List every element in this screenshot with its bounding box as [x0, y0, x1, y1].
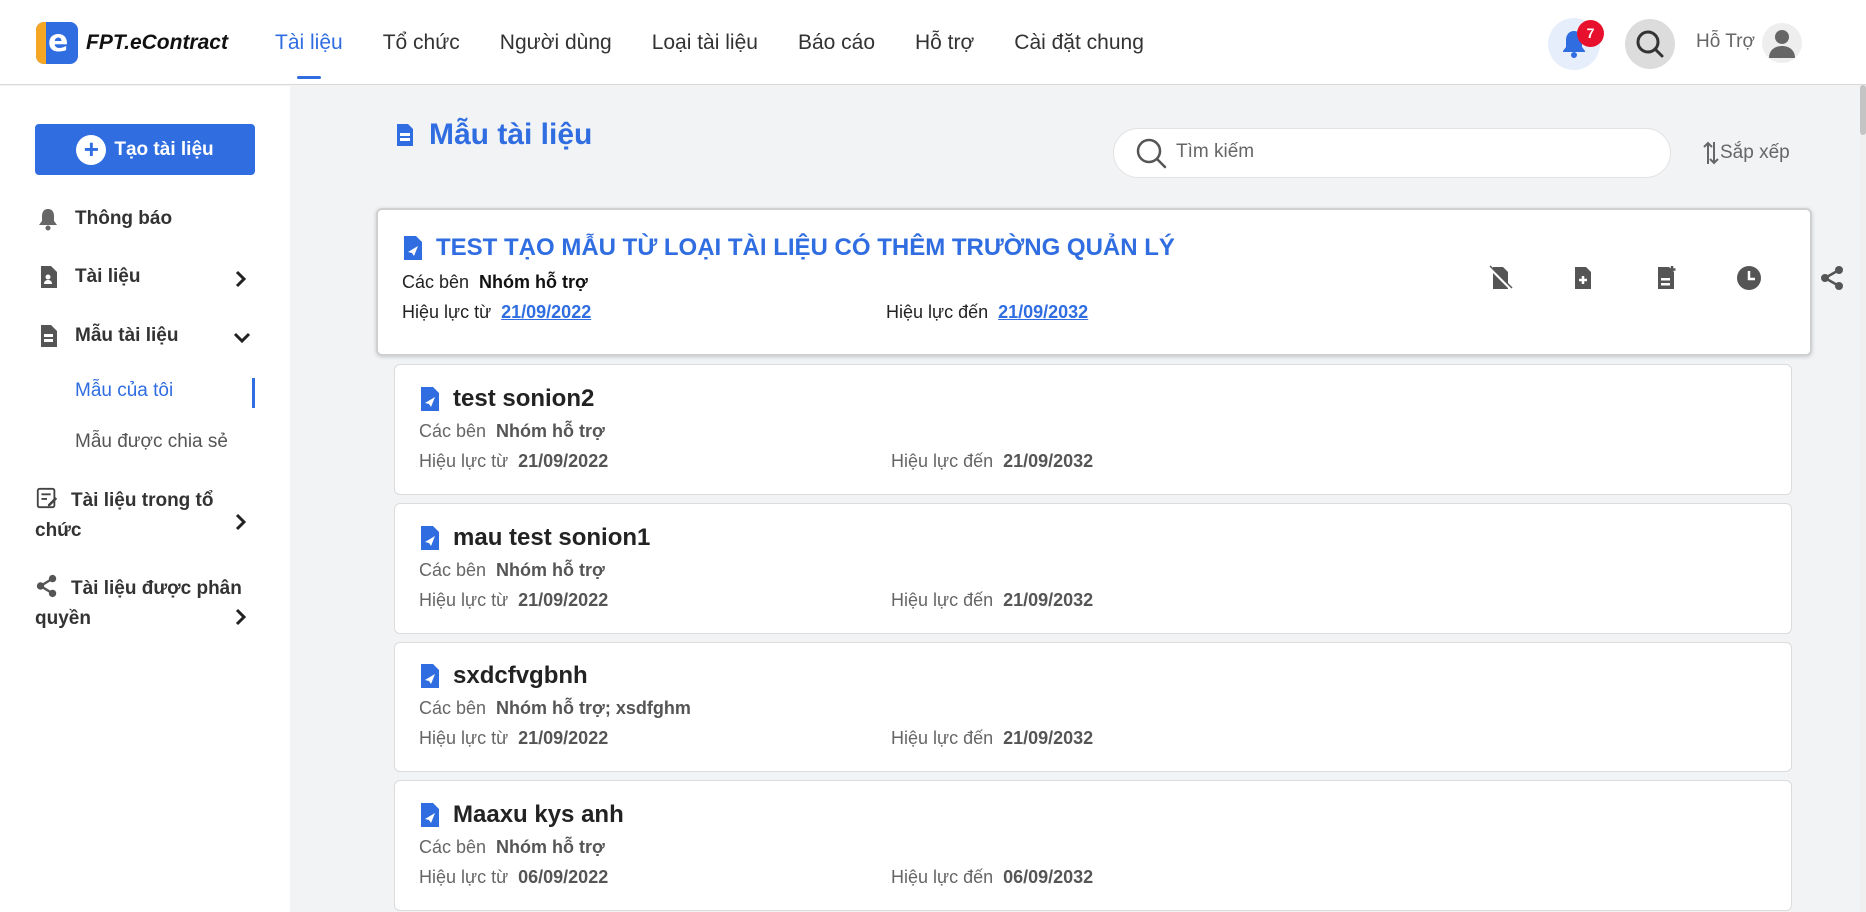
valid-to-field: Hiệu lực đến 06/09/2032 — [891, 867, 1094, 887]
template-icon — [41, 325, 57, 347]
user-icon — [1769, 30, 1795, 58]
valid-to-field: Hiệu lực đến 21/09/2032 — [891, 590, 1094, 610]
disable-document-icon[interactable] — [1486, 264, 1514, 292]
template-card[interactable]: test sonion2 Các bên Nhóm hỗ trợ Hiệu lực… — [394, 364, 1792, 495]
search-input[interactable] — [1176, 141, 1656, 163]
add-template-icon[interactable] — [1652, 264, 1680, 292]
sidebar-item-tai-lieu-trong-to-chuc[interactable]: Tài liệu trong tổ chức — [35, 486, 235, 546]
valid-from-field: Hiệu lực từ 06/09/2022 — [419, 867, 609, 887]
template-title[interactable]: test sonion2 — [453, 385, 594, 413]
share-icon[interactable] — [1818, 264, 1846, 292]
valid-from-field: Hiệu lực từ 21/09/2022 — [419, 590, 609, 610]
parties-field: Các bên Nhóm hỗ trợ — [419, 421, 605, 441]
sidebar-item-label: Tài liệu trong tổ chức — [35, 486, 235, 546]
nav-ho-tro[interactable]: Hỗ trợ — [915, 0, 974, 85]
template-card[interactable]: TEST TẠO MẪU TỪ LOẠI TÀI LIỆU CÓ THÊM TR… — [376, 208, 1843, 356]
nav-bao-cao[interactable]: Báo cáo — [798, 0, 875, 85]
parties-field: Các bên Nhóm hỗ trợ — [419, 837, 605, 857]
page-title: Mẫu tài liệu — [429, 118, 593, 151]
sidebar-item-thong-bao[interactable]: Thông báo — [35, 208, 172, 232]
page-header: Mẫu tài liệu — [395, 118, 592, 152]
valid-to-link[interactable]: 21/09/2032 — [998, 302, 1088, 322]
history-clock-icon[interactable] — [1735, 264, 1763, 292]
logo-mark: e — [36, 22, 78, 64]
sidebar-subitem-mau-duoc-chia-se[interactable]: Mẫu được chia sẻ — [75, 431, 228, 453]
template-title[interactable]: sxdcfvgbnh — [453, 662, 588, 690]
template-title[interactable]: mau test sonion1 — [453, 524, 650, 552]
brand-logo[interactable]: e FPT.eContract — [36, 22, 228, 64]
valid-from-field: Hiệu lực từ 21/09/2022 — [419, 451, 609, 471]
template-title[interactable]: Maaxu kys anh — [453, 801, 624, 829]
avatar[interactable] — [1762, 23, 1802, 63]
valid-to-field: Hiệu lực đến 21/09/2032 — [891, 451, 1094, 471]
search-icon — [1136, 138, 1167, 169]
search-box — [1113, 128, 1671, 178]
parties-field: Các bên Nhóm hỗ trợ — [402, 272, 588, 292]
header-search-button[interactable] — [1625, 19, 1675, 69]
template-icon — [397, 124, 413, 146]
sidebar-item-label: Mẫu tài liệu — [75, 325, 179, 346]
valid-from-field: Hiệu lực từ 21/09/2022 — [402, 302, 592, 322]
sidebar-item-label: Thông báo — [75, 208, 173, 229]
template-card[interactable]: mau test sonion1 Các bên Nhóm hỗ trợ Hiệu… — [394, 503, 1792, 634]
nav-loai-tai-lieu[interactable]: Loại tài liệu — [652, 0, 758, 85]
valid-to-field: Hiệu lực đến 21/09/2032 — [886, 302, 1089, 322]
chevron-down-icon[interactable] — [232, 329, 252, 347]
document-send-icon — [421, 803, 439, 827]
nav-tai-lieu[interactable]: Tài liệu — [275, 0, 343, 85]
document-send-icon — [421, 387, 439, 411]
sidebar-subitem-mau-cua-toi[interactable]: Mẫu của tôi — [75, 380, 173, 402]
scrollbar-thumb[interactable] — [1860, 85, 1866, 135]
notification-badge: 7 — [1577, 20, 1604, 47]
user-name[interactable]: Hỗ Trợ — [1696, 31, 1755, 53]
document-user-icon — [41, 266, 57, 288]
chevron-right-icon[interactable] — [232, 269, 250, 289]
sidebar-item-tai-lieu[interactable]: Tài liệu — [35, 266, 140, 290]
sidebar-item-label: Tài liệu — [75, 266, 141, 287]
card-actions — [1486, 264, 1866, 292]
sidebar: + Tạo tài liệu Thông báo Tài liệu Mẫu tà… — [0, 86, 290, 912]
chevron-right-icon[interactable] — [232, 607, 250, 627]
search-icon — [1636, 30, 1664, 58]
share-icon — [36, 574, 57, 598]
valid-from-field: Hiệu lực từ 21/09/2022 — [419, 728, 609, 748]
template-title[interactable]: TEST TẠO MẪU TỪ LOẠI TÀI LIỆU CÓ THÊM TR… — [436, 234, 1175, 262]
page-scrollbar[interactable] — [1860, 85, 1866, 912]
valid-to-field: Hiệu lực đến 21/09/2032 — [891, 728, 1094, 748]
main-content: Mẫu tài liệu Sắp xếp TEST TẠO MẪU TỪ LOẠ… — [290, 86, 1866, 912]
sidebar-item-label: Tài liệu được phân quyền — [35, 574, 245, 634]
template-card[interactable]: Maaxu kys anh Các bên Nhóm hỗ trợ Hiệu lự… — [394, 780, 1792, 911]
template-card[interactable]: sxdcfvgbnh Các bên Nhóm hỗ trợ; xsdfghm H… — [394, 642, 1792, 772]
nav-nguoi-dung[interactable]: Người dùng — [500, 0, 612, 85]
document-send-icon — [421, 526, 439, 550]
create-document-label: Tạo tài liệu — [114, 138, 214, 160]
nav-to-chuc[interactable]: Tổ chức — [383, 0, 460, 85]
brand-name: FPT.eContract — [86, 31, 228, 54]
main-nav: Tài liệu Tổ chức Người dùng Loại tài liệ… — [275, 0, 1184, 85]
document-edit-icon — [36, 487, 58, 509]
sort-icon — [1703, 141, 1719, 165]
chevron-right-icon[interactable] — [232, 512, 250, 532]
plus-icon: + — [76, 134, 107, 165]
sidebar-item-mau-tai-lieu[interactable]: Mẫu tài liệu — [35, 325, 178, 349]
document-send-icon — [404, 236, 422, 260]
parties-field: Các bên Nhóm hỗ trợ; xsdfghm — [419, 698, 691, 718]
create-document-button[interactable]: + Tạo tài liệu — [35, 124, 255, 175]
bell-icon — [39, 209, 57, 231]
sort-button[interactable]: Sắp xếp — [1702, 140, 1790, 166]
nav-cai-dat-chung[interactable]: Cài đặt chung — [1014, 0, 1144, 85]
add-document-icon[interactable] — [1569, 264, 1597, 292]
active-indicator — [252, 378, 255, 408]
valid-from-link[interactable]: 21/09/2022 — [501, 302, 591, 322]
sidebar-item-tai-lieu-duoc-phan-quyen[interactable]: Tài liệu được phân quyền — [35, 574, 245, 634]
parties-field: Các bên Nhóm hỗ trợ — [419, 560, 605, 580]
sort-label: Sắp xếp — [1720, 142, 1790, 163]
top-header: e FPT.eContract Tài liệu Tổ chức Người d… — [0, 0, 1866, 85]
document-send-icon — [421, 664, 439, 688]
